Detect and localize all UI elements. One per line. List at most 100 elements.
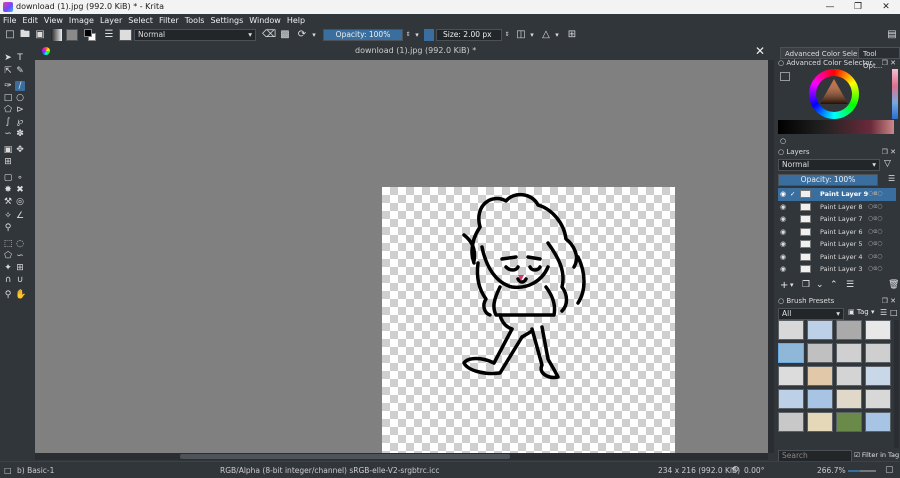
multibrush-icon[interactable]: ✽ bbox=[15, 129, 25, 139]
rotation-value[interactable]: 0.00° bbox=[744, 465, 764, 476]
pattern-swatch[interactable] bbox=[66, 29, 78, 41]
minimal-shade-icon[interactable]: ○ bbox=[780, 137, 786, 145]
visibility-icon[interactable]: ◉ bbox=[780, 251, 786, 263]
color-history-strip[interactable] bbox=[892, 69, 898, 119]
fullscreen-icon[interactable]: ▢ bbox=[885, 465, 894, 476]
ellipse-tool-icon[interactable]: ○ bbox=[15, 93, 25, 103]
chevron-down-icon[interactable]: ▾ bbox=[790, 281, 794, 289]
canvas-area[interactable] bbox=[35, 60, 768, 453]
brush-preset-status-icon[interactable]: □ bbox=[4, 465, 12, 476]
dock-float-close-icon[interactable]: ❐ ✕ bbox=[882, 147, 896, 157]
layers-menu-icon[interactable]: ☰ bbox=[888, 174, 895, 183]
move-layer-up-icon[interactable]: ⌃ bbox=[830, 280, 838, 290]
smart-patch-icon[interactable]: ✖ bbox=[15, 185, 25, 195]
mirror-horizontal-icon[interactable]: ◫ bbox=[515, 29, 527, 41]
polygon-select-icon[interactable]: ⬠ bbox=[3, 251, 13, 261]
layer-flags-icon[interactable]: ○α○ bbox=[868, 213, 882, 225]
menu-window[interactable]: Window bbox=[246, 14, 284, 27]
wrap-around-icon[interactable]: ⊞ bbox=[566, 29, 578, 41]
canvas-image[interactable] bbox=[382, 187, 675, 453]
brush-tag-filter-select[interactable]: All ▾ bbox=[778, 308, 844, 320]
menu-select[interactable]: Select bbox=[125, 14, 156, 27]
workspace-icon[interactable]: ▤ bbox=[886, 29, 898, 41]
tag-button[interactable]: ▣ Tag ▾ bbox=[848, 308, 874, 316]
similar-select-icon[interactable]: ⊞ bbox=[15, 263, 25, 273]
transform-tool-icon[interactable]: ▣ bbox=[3, 145, 13, 155]
freehand-brush-icon[interactable]: ✑ bbox=[3, 81, 13, 91]
dock-float-close-icon[interactable]: ❐ ✕ bbox=[882, 296, 896, 306]
size-slider[interactable]: Size: 2.00 px bbox=[436, 29, 502, 41]
select-shapes-icon[interactable]: ➤ bbox=[3, 53, 13, 63]
layer-row[interactable]: ◉ Paint Layer 5 ○α○ bbox=[778, 238, 896, 251]
layer-flags-icon[interactable]: ○α○ bbox=[868, 238, 882, 250]
bezier-tool-icon[interactable]: ∫ bbox=[3, 117, 13, 127]
ellipse-select-icon[interactable]: ◌ bbox=[15, 239, 25, 249]
duplicate-layer-icon[interactable]: ❐ bbox=[802, 280, 810, 290]
eraser-icon[interactable]: ⌫ bbox=[262, 29, 276, 41]
polyline-tool-icon[interactable]: ⊳ bbox=[15, 105, 25, 115]
brush-preset[interactable] bbox=[836, 320, 862, 340]
layer-flags-icon[interactable]: ○α○ bbox=[868, 263, 882, 275]
lock-icon[interactable]: ○ bbox=[778, 148, 784, 156]
magnetic-select-icon[interactable]: ∪ bbox=[15, 275, 25, 285]
brush-preset-icon[interactable] bbox=[119, 29, 132, 41]
dynamic-brush-icon[interactable]: ∽ bbox=[3, 129, 13, 139]
blend-mode-select[interactable]: Normal ▾ bbox=[134, 29, 256, 41]
gradient-swatch[interactable] bbox=[51, 29, 62, 41]
scroll-thumb[interactable] bbox=[180, 454, 510, 459]
line-tool-icon[interactable]: ∕ bbox=[15, 81, 25, 91]
save-icon[interactable]: ▣ bbox=[34, 29, 46, 41]
brush-menu-icon[interactable]: ☰ bbox=[880, 308, 887, 317]
brush-preset[interactable] bbox=[836, 343, 862, 363]
move-layer-down-icon[interactable]: ⌄ bbox=[816, 280, 824, 290]
dock-float-close-icon[interactable]: ❐ ✕ bbox=[882, 58, 896, 68]
brush-preset[interactable] bbox=[807, 343, 833, 363]
reload-preset-icon[interactable]: ⟳ bbox=[296, 29, 308, 41]
brush-preset-selected[interactable] bbox=[778, 343, 804, 363]
enclose-fill-icon[interactable]: ◎ bbox=[15, 197, 25, 207]
brush-preset[interactable] bbox=[865, 366, 891, 386]
pan-tool-icon[interactable]: ✋ bbox=[15, 290, 26, 300]
spin-arrows-icon[interactable]: ⇕ bbox=[503, 29, 511, 41]
brush-preset[interactable] bbox=[778, 389, 804, 409]
maximize-icon[interactable]: ❐ bbox=[844, 0, 872, 14]
open-folder-icon[interactable]: 🖿 bbox=[19, 29, 31, 41]
menu-view[interactable]: View bbox=[41, 14, 66, 27]
color-settings-icon[interactable] bbox=[780, 72, 790, 81]
close-document-icon[interactable]: ✕ bbox=[755, 44, 765, 58]
chevron-down-icon[interactable]: ▾ bbox=[413, 29, 421, 41]
brush-presets-scrollbar[interactable] bbox=[894, 320, 899, 448]
layer-flags-icon[interactable]: ○α○ bbox=[868, 188, 883, 200]
layer-row[interactable]: ◉ Paint Layer 7 ○α○ bbox=[778, 213, 896, 226]
opacity-slider[interactable]: Opacity: 100% bbox=[323, 29, 403, 41]
brush-preset[interactable] bbox=[836, 412, 862, 432]
add-layer-icon[interactable]: + bbox=[780, 280, 788, 291]
close-icon[interactable]: ✕ bbox=[872, 0, 900, 14]
brush-preset[interactable] bbox=[865, 412, 891, 432]
layer-properties-icon[interactable]: ☰ bbox=[846, 280, 854, 290]
contiguous-select-icon[interactable]: ✦ bbox=[3, 263, 13, 273]
filter-icon[interactable]: ▽ bbox=[884, 159, 891, 169]
menu-edit[interactable]: Edit bbox=[19, 14, 41, 27]
brush-preset[interactable] bbox=[865, 389, 891, 409]
color-picker-icon[interactable]: ∘ bbox=[15, 173, 25, 183]
canvas-vertical-scrollbar[interactable] bbox=[768, 60, 774, 453]
brush-preset[interactable] bbox=[778, 366, 804, 386]
brush-preset[interactable] bbox=[836, 366, 862, 386]
rectangle-tool-icon[interactable]: □ bbox=[3, 93, 13, 103]
preserve-alpha-icon[interactable]: ▩ bbox=[279, 29, 291, 41]
freehand-path-icon[interactable]: ℘ bbox=[15, 117, 25, 127]
mirror-vertical-icon[interactable]: △ bbox=[540, 29, 552, 41]
visibility-icon[interactable]: ◉ bbox=[780, 238, 786, 250]
menu-file[interactable]: File bbox=[0, 14, 19, 27]
freehand-select-icon[interactable]: ∽ bbox=[15, 251, 25, 261]
document-tab[interactable]: download (1).jpg (992.0 KiB) * bbox=[355, 46, 476, 55]
minimize-icon[interactable]: — bbox=[816, 0, 844, 14]
measure-tool-icon[interactable]: ∠ bbox=[15, 211, 25, 221]
zoom-tool-icon[interactable]: ⚲ bbox=[3, 290, 13, 300]
calligraphy-icon[interactable]: ✎ bbox=[15, 66, 25, 76]
layer-row[interactable]: ◉ ✓ Paint Layer 9 ○α○ bbox=[778, 188, 896, 201]
brush-settings-icon[interactable]: ☰ bbox=[103, 29, 115, 41]
color-assistant-icon[interactable]: ✸ bbox=[3, 185, 13, 195]
fg-bg-color-icon[interactable] bbox=[84, 29, 97, 41]
